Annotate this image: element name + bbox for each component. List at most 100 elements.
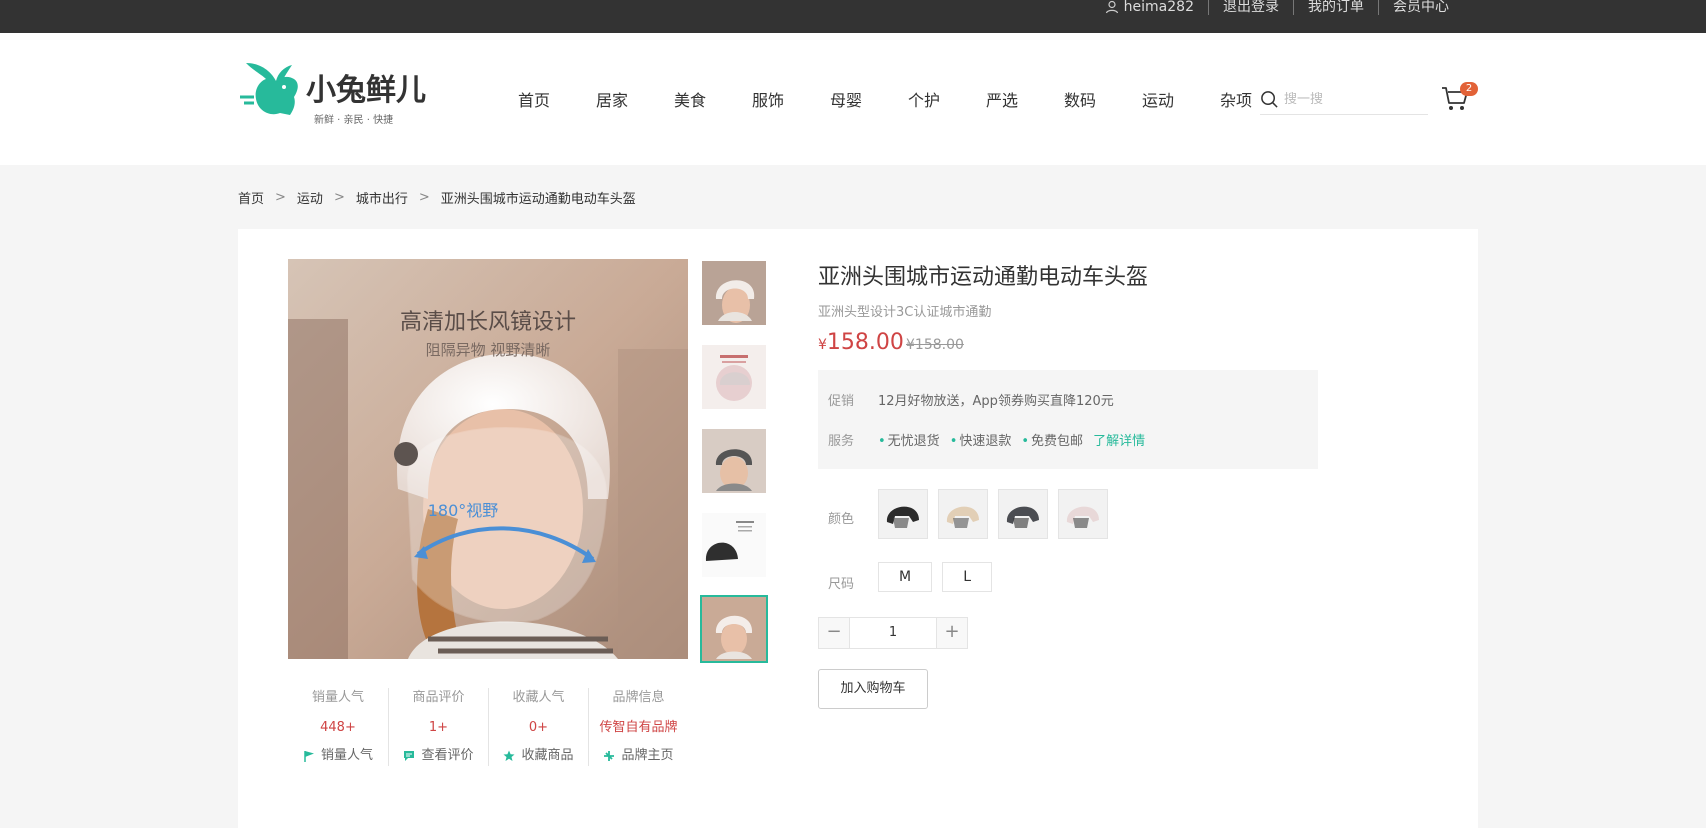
helmet-photo: 高清加长风镜设计 阻隔异物 视野清晰 180°视野 [288, 259, 688, 659]
favorite-product-link[interactable]: 收藏商品 [489, 746, 588, 766]
thumbnail-5-active[interactable] [700, 595, 768, 663]
breadcrumb-separator: > [275, 190, 286, 205]
stat-value: 1+ [428, 720, 449, 735]
brand-icon [604, 751, 615, 761]
image-subheadline: 阻隔异物 视野清晰 [426, 341, 551, 359]
view-reviews-link[interactable]: 查看评价 [389, 746, 488, 766]
search-input[interactable] [1284, 92, 1419, 107]
color-option-dark-gray[interactable] [998, 489, 1048, 539]
stat-title: 收藏人气 [512, 690, 565, 705]
breadcrumb-item-city-travel[interactable]: 城市出行 [356, 188, 408, 207]
service-row: 服务 无忧退货 快速退款 免费包邮 了解详情 [828, 430, 1145, 449]
stat-title: 销量人气 [311, 690, 364, 705]
main-nav: 首页 居家 美食 服饰 母婴 个护 严选 数码 运动 杂项 [518, 33, 1298, 165]
breadcrumb-item-home[interactable]: 首页 [238, 188, 264, 207]
add-to-cart-button[interactable]: 加入购物车 [818, 669, 928, 709]
breadcrumb: 首页 > 运动 > 城市出行 > 亚洲头围城市运动通勤电动车头盔 [238, 188, 636, 207]
thumbnail-1[interactable] [700, 259, 768, 327]
cart-badge: 2 [1460, 82, 1478, 96]
color-option-pink[interactable] [1058, 489, 1108, 539]
comment-icon [404, 751, 415, 761]
product-price: ¥158.00 [818, 330, 904, 355]
thumbnail-2[interactable] [700, 343, 768, 411]
promo-box: 促销 12月好物放送，App领券购买直降120元 服务 无忧退货 快速退款 免费… [818, 370, 1318, 469]
search-icon[interactable] [1260, 90, 1279, 109]
service-item: 无忧退货 [878, 430, 940, 449]
promo-text: 12月好物放送，App领券购买直降120元 [878, 394, 1114, 409]
brand-home-link[interactable]: 品牌主页 [589, 746, 688, 766]
service-item: 免费包邮 [1021, 430, 1083, 449]
logo-brand: 小兔鲜儿 [306, 73, 426, 108]
size-options: M L [878, 562, 1002, 592]
sales-link[interactable]: 销量人气 [288, 746, 388, 766]
top-bar: heima282 退出登录 我的订单 会员中心 [0, 0, 1706, 33]
stat-favorites: 收藏人气 0+ 收藏商品 [488, 688, 588, 766]
nav-item-sports[interactable]: 运动 [1142, 87, 1220, 111]
stat-value: 448+ [320, 720, 356, 735]
nav-item-digital[interactable]: 数码 [1064, 87, 1142, 111]
search-box [1260, 85, 1428, 115]
nav-item-baby[interactable]: 母婴 [830, 87, 908, 111]
logo-slogan: 新鲜 · 亲民 · 快捷 [314, 113, 393, 126]
increase-button[interactable]: + [937, 618, 967, 648]
nav-item-home-living[interactable]: 居家 [596, 87, 674, 111]
color-option-beige[interactable] [938, 489, 988, 539]
flag-icon [304, 751, 314, 762]
promo-row: 促销 12月好物放送，App领券购买直降120元 [828, 390, 1114, 409]
stat-link-label: 收藏商品 [521, 748, 574, 763]
stat-link-label: 品牌主页 [621, 748, 674, 763]
stat-title: 商品评价 [412, 690, 465, 705]
quantity-stepper: − 1 + [818, 617, 968, 649]
nav-item-personal-care[interactable]: 个护 [908, 87, 986, 111]
size-option-l[interactable]: L [942, 562, 993, 592]
user-icon [1105, 0, 1118, 14]
nav-item-clothing[interactable]: 服饰 [752, 87, 830, 111]
stat-value: 传智自有品牌 [599, 720, 678, 735]
price-value: 158.00 [826, 330, 904, 355]
header: 小兔鲜儿 新鲜 · 亲民 · 快捷 首页 居家 美食 服饰 母婴 个护 严选 数… [0, 33, 1706, 165]
stat-title: 品牌信息 [612, 690, 665, 705]
service-label: 服务 [828, 434, 855, 449]
breadcrumb-item-current: 亚洲头围城市运动通勤电动车头盔 [440, 192, 636, 207]
original-price: ¥158.00 [906, 337, 964, 353]
logo[interactable]: 小兔鲜儿 新鲜 · 亲民 · 快捷 [240, 55, 436, 129]
member-center-link[interactable]: 会员中心 [1378, 0, 1463, 15]
thumbnail-4[interactable] [700, 511, 768, 579]
breadcrumb-separator: > [333, 190, 345, 205]
currency-symbol: ¥ [818, 337, 827, 353]
main-product-image[interactable]: 高清加长风镜设计 阻隔异物 视野清晰 180°视野 [288, 259, 688, 659]
size-option-m[interactable]: M [878, 562, 933, 592]
logout-link[interactable]: 退出登录 [1208, 0, 1293, 15]
breadcrumb-item-sports[interactable]: 运动 [297, 188, 323, 207]
nav-item-food[interactable]: 美食 [674, 87, 752, 111]
color-option-black[interactable] [878, 489, 928, 539]
stat-value: 0+ [528, 720, 549, 735]
color-label: 颜色 [828, 512, 855, 527]
thumbnail-list [700, 259, 768, 679]
quantity-input[interactable]: 1 [849, 618, 937, 648]
size-label: 尺码 [828, 577, 855, 592]
stat-reviews: 商品评价 1+ 查看评价 [388, 688, 488, 766]
top-bar-links: heima282 退出登录 我的订单 会员中心 [1091, 0, 1463, 33]
image-headline: 高清加长风镜设计 [400, 310, 576, 335]
stat-sales: 销量人气 448+ 销量人气 [288, 688, 388, 766]
nav-item-selected[interactable]: 严选 [986, 87, 1064, 111]
decrease-button[interactable]: − [819, 618, 849, 648]
stat-link-label: 销量人气 [320, 748, 373, 763]
nav-item-home[interactable]: 首页 [518, 87, 596, 111]
thumbnail-3[interactable] [700, 427, 768, 495]
stat-link-label: 查看评价 [421, 748, 474, 763]
service-details-link[interactable]: 了解详情 [1093, 430, 1145, 449]
promo-label: 促销 [828, 394, 855, 409]
product-name: 亚洲头围城市运动通勤电动车头盔 [818, 265, 1149, 290]
breadcrumb-separator: > [418, 190, 430, 205]
image-view-angle: 180°视野 [428, 501, 499, 520]
user-account-link[interactable]: heima282 [1091, 0, 1208, 15]
service-item: 快速退款 [950, 430, 1011, 449]
stat-brand: 品牌信息 传智自有品牌 品牌主页 [588, 688, 688, 766]
product-description: 亚洲头型设计3C认证城市通勤 [818, 305, 992, 320]
username: heima282 [1123, 0, 1194, 15]
star-icon [503, 750, 515, 761]
product-stats: 销量人气 448+ 销量人气 商品评价 1+ 查看评价 收藏人气 0+ 收藏商品… [288, 688, 688, 766]
my-orders-link[interactable]: 我的订单 [1293, 0, 1378, 15]
